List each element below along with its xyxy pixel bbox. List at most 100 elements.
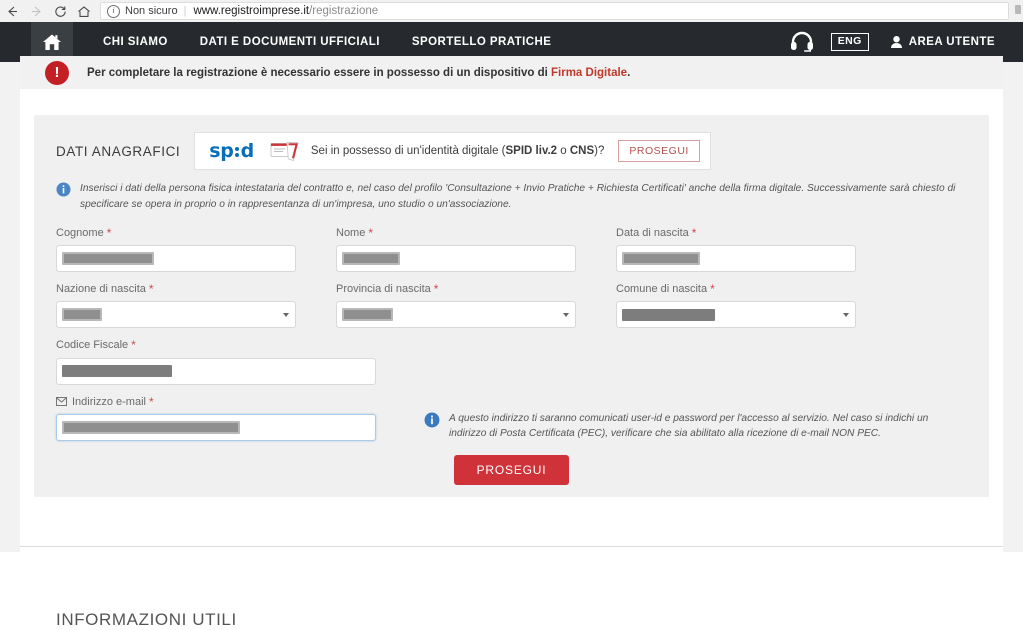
form-row-4: Indirizzo e-mail * A questo indirizzo ti… bbox=[56, 395, 972, 443]
chevron-down-icon bbox=[283, 312, 289, 317]
chevron-down-icon bbox=[843, 312, 849, 317]
label-comune-nascita: Comune di nascita * bbox=[616, 282, 856, 297]
field-nazione-nascita: Nazione di nascita * bbox=[56, 282, 296, 329]
required-marker: * bbox=[710, 282, 715, 297]
spid-question-part1: Sei in possesso di un'identità digitale … bbox=[310, 145, 506, 157]
registration-form: Cognome * Nome * Data di nascita * Nazio… bbox=[56, 226, 972, 452]
nav-item-dati-documenti[interactable]: DATI E DOCUMENTI UFFICIALI bbox=[184, 36, 396, 48]
nav-item-chi-siamo[interactable]: CHI SIAMO bbox=[87, 36, 184, 48]
screen: i Non sicuro | www.registroimprese.it/re… bbox=[0, 0, 1023, 629]
alert-message: Per completare la registrazione è necess… bbox=[87, 67, 630, 79]
spid-question-part2: o bbox=[557, 145, 570, 157]
select-provincia-nascita[interactable] bbox=[336, 301, 576, 329]
browser-toolbar: i Non sicuro | www.registroimprese.it/re… bbox=[0, 0, 1023, 23]
forward-arrow-icon bbox=[24, 1, 48, 21]
label-provincia-nascita-text: Provincia di nascita bbox=[336, 283, 431, 296]
label-cognome-text: Cognome bbox=[56, 227, 104, 239]
form-info-text: Inserisci i dati della persona fisica in… bbox=[80, 183, 956, 210]
chevron-down-icon bbox=[563, 312, 569, 317]
required-marker: * bbox=[433, 282, 439, 297]
input-cognome[interactable] bbox=[56, 245, 296, 273]
alert-text-before: Per completare la registrazione è necess… bbox=[87, 66, 552, 79]
alert-banner: ! Per completare la registrazione è nece… bbox=[20, 56, 1003, 89]
page-body: DATI ANAGRAFICI sp d Sei in possesso di … bbox=[20, 89, 1003, 629]
redacted-value bbox=[622, 252, 700, 266]
redacted-value bbox=[62, 365, 172, 378]
input-data-nascita[interactable] bbox=[616, 245, 856, 273]
redacted-value bbox=[62, 252, 154, 266]
user-area-button[interactable]: AREA UTENTE bbox=[890, 36, 995, 48]
scrollbar-thumb[interactable] bbox=[1015, 5, 1021, 14]
spid-question: Sei in possesso di un'identità digitale … bbox=[311, 145, 605, 157]
page-title: DATI ANAGRAFICI bbox=[56, 143, 181, 159]
label-nazione-nascita-text: Nazione di nascita bbox=[56, 283, 146, 296]
alert-text-after: . bbox=[627, 66, 631, 79]
label-codice-fiscale: Codice Fiscale * bbox=[56, 338, 376, 353]
field-codice-fiscale: Codice Fiscale * bbox=[56, 338, 376, 385]
redacted-value bbox=[342, 252, 400, 266]
required-marker: * bbox=[148, 394, 154, 409]
label-provincia-nascita: Provincia di nascita * bbox=[336, 282, 576, 297]
url-domain: www.registroimprese.it bbox=[193, 5, 310, 17]
label-comune-nascita-text: Comune di nascita bbox=[616, 283, 708, 296]
registration-card: DATI ANAGRAFICI sp d Sei in possesso di … bbox=[34, 115, 989, 497]
field-provincia-nascita: Provincia di nascita * bbox=[336, 282, 576, 329]
envelope-icon bbox=[56, 396, 67, 409]
footer-heading: INFORMAZIONI UTILI bbox=[56, 610, 237, 629]
required-marker: * bbox=[131, 338, 136, 353]
exclamation-icon: ! bbox=[45, 60, 69, 85]
address-bar[interactable]: i Non sicuro | www.registroimprese.it/re… bbox=[100, 2, 1009, 20]
language-button[interactable]: ENG bbox=[830, 33, 869, 51]
spid-question-part3: )? bbox=[594, 145, 605, 157]
spid-prosegui-button[interactable]: PROSEGUI bbox=[618, 139, 700, 163]
field-comune-nascita: Comune di nascita * bbox=[616, 282, 856, 329]
redacted-value bbox=[622, 308, 715, 321]
input-email[interactable] bbox=[56, 413, 376, 441]
redacted-value bbox=[62, 420, 240, 434]
field-data-nascita: Data di nascita * bbox=[616, 226, 856, 273]
footer-divider bbox=[20, 546, 1003, 547]
field-cognome: Cognome * bbox=[56, 226, 296, 273]
nav-item-sportello-pratiche[interactable]: SPORTELLO PRATICHE bbox=[396, 36, 568, 48]
submit-row: PROSEGUI bbox=[34, 455, 989, 485]
label-cognome: Cognome * bbox=[56, 226, 296, 239]
required-marker: * bbox=[106, 226, 112, 240]
required-marker: * bbox=[148, 282, 154, 297]
back-arrow-icon[interactable] bbox=[0, 1, 24, 21]
label-email-text: Indirizzo e-mail bbox=[72, 395, 146, 408]
select-comune-nascita[interactable] bbox=[616, 301, 856, 329]
security-label: Non sicuro bbox=[125, 5, 178, 17]
label-nome: Nome * bbox=[336, 226, 576, 239]
spid-logo: sp d bbox=[209, 139, 254, 162]
info-icon bbox=[424, 412, 440, 433]
info-icon bbox=[56, 182, 71, 202]
form-info-note: Inserisci i dati della persona fisica in… bbox=[56, 181, 972, 213]
label-nazione-nascita: Nazione di nascita * bbox=[56, 282, 296, 297]
redacted-value bbox=[342, 308, 393, 322]
email-info-note: A questo indirizzo ti saranno comunicati… bbox=[424, 395, 944, 443]
select-nazione-nascita[interactable] bbox=[56, 301, 296, 329]
reload-icon[interactable] bbox=[48, 1, 72, 21]
firma-digitale-link[interactable]: Firma Digitale bbox=[551, 67, 627, 79]
label-nome-text: Nome bbox=[336, 227, 366, 239]
required-marker: * bbox=[691, 226, 697, 240]
person-icon bbox=[890, 36, 902, 48]
address-url: www.registroimprese.it/registrazione bbox=[193, 5, 378, 17]
form-row-2: Nazione di nascita * Provincia di nascita… bbox=[56, 282, 972, 329]
spid-row: DATI ANAGRAFICI sp d Sei in possesso di … bbox=[56, 132, 711, 170]
field-nome: Nome * bbox=[336, 226, 576, 273]
prosegui-submit-button[interactable]: PROSEGUI bbox=[453, 455, 570, 485]
home-icon bbox=[41, 32, 63, 52]
form-row-3: Codice Fiscale * bbox=[56, 338, 972, 385]
headset-icon[interactable] bbox=[789, 31, 815, 53]
label-data-nascita: Data di nascita * bbox=[616, 226, 856, 239]
email-info-text: A questo indirizzo ti saranno comunicati… bbox=[449, 412, 929, 440]
input-nome[interactable] bbox=[336, 245, 576, 273]
label-data-nascita-text: Data di nascita bbox=[616, 227, 689, 239]
form-row-1: Cognome * Nome * Data di nascita * bbox=[56, 226, 972, 273]
home-icon[interactable] bbox=[72, 1, 96, 21]
input-codice-fiscale[interactable] bbox=[56, 357, 376, 385]
url-path: /registrazione bbox=[309, 5, 379, 17]
label-codice-fiscale-text: Codice Fiscale bbox=[56, 339, 129, 352]
site-info-icon[interactable]: i bbox=[107, 4, 120, 18]
